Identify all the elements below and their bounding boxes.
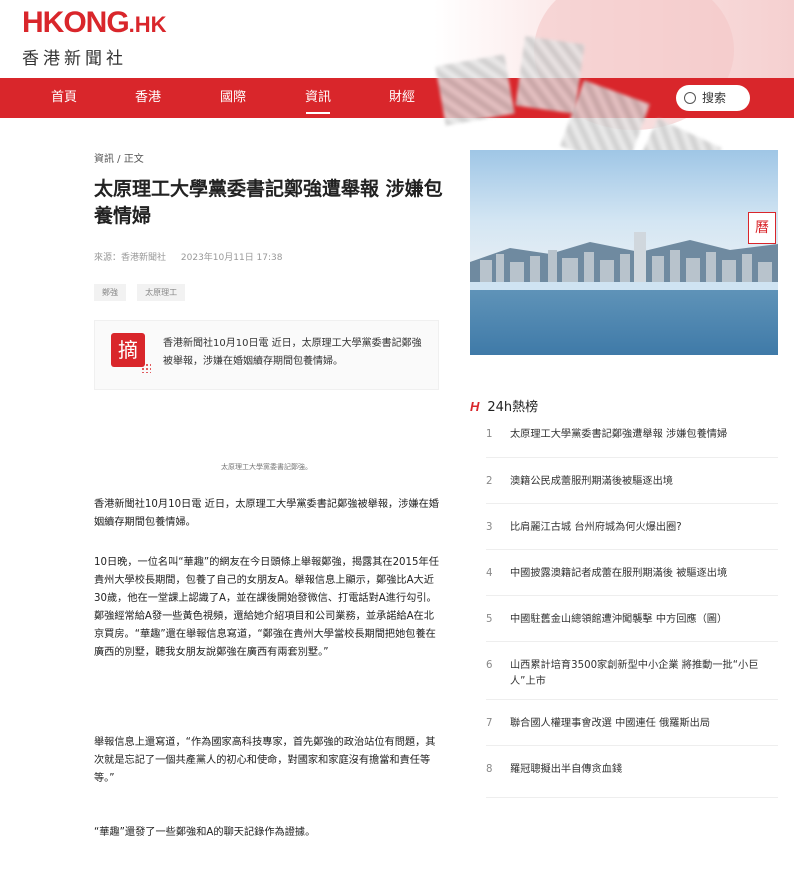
hot-item-title[interactable]: 比肩麗江古城 台州府城為何火爆出圈? bbox=[510, 520, 778, 536]
hot-list-item[interactable]: 7 聯合國人權理事會改選 中國連任 俄羅斯出局 bbox=[486, 700, 778, 746]
tag-chip[interactable]: 鄭強 bbox=[94, 284, 126, 301]
article-source: 來源：香港新聞社 bbox=[94, 253, 167, 263]
article-title: 太原理工大學黨委書記鄭強遭舉報 涉嫌包養情婦 bbox=[94, 178, 443, 227]
hot-item-title[interactable]: 山西累計培育3500家創新型中小企業 將推動一批“小巨人”上市 bbox=[510, 658, 778, 690]
hot-list-title: 24h熱榜 bbox=[487, 400, 539, 415]
hot-list-item[interactable]: 1 太原理工大學黨委書記鄭強遭舉報 涉嫌包養情婦 bbox=[486, 418, 778, 458]
main-nav: 首頁 香港 國際 資訊 財經 bbox=[0, 78, 794, 118]
hero-image[interactable] bbox=[470, 150, 778, 355]
hot-list-item[interactable]: 5 中國駐舊金山總領館遭沖闖襲擊 中方回應（圖） bbox=[486, 596, 778, 642]
mosaic-blur bbox=[515, 36, 585, 114]
article-paragraph: 10日晚，一位名叫“華趣”的網友在今日頭條上舉報鄭強，揭露其在2015年任貴州大… bbox=[94, 557, 439, 658]
rank-number: 8 bbox=[486, 764, 493, 775]
skyline-graphic bbox=[470, 232, 778, 282]
rank-number: 5 bbox=[486, 614, 493, 625]
logo-subtitle: 香港新聞社 bbox=[22, 49, 127, 69]
nav-item-home[interactable]: 首頁 bbox=[34, 78, 94, 118]
rank-number: 4 bbox=[486, 568, 493, 579]
article-tags: 鄭強 太原理工 bbox=[94, 280, 191, 301]
rank-number: 2 bbox=[486, 476, 493, 487]
nav-item-finance[interactable]: 財經 bbox=[372, 78, 432, 118]
hot-item-title[interactable]: 太原理工大學黨委書記鄭強遭舉報 涉嫌包養情婦 bbox=[510, 427, 778, 443]
summary-badge: 摘 bbox=[111, 333, 151, 373]
article-paragraph: “華趣”還發了一些鄭強和A的聊天記錄作為證據。 bbox=[94, 827, 316, 838]
hot-item-title[interactable]: 聯合國人權理事會改選 中國連任 俄羅斯出局 bbox=[510, 716, 778, 732]
article-meta: 來源：香港新聞社 2023年10月11日 17:38 bbox=[94, 250, 295, 263]
hot-list-item[interactable]: 8 羅冠聰擬出半自傳贪血錢 bbox=[486, 746, 778, 798]
hot-logo-icon: H bbox=[470, 399, 480, 414]
search-icon bbox=[684, 92, 696, 104]
hot-list-item[interactable]: 3 比肩麗江古城 台州府城為何火爆出圈? bbox=[486, 504, 778, 550]
search-button[interactable]: 搜索 bbox=[676, 85, 750, 111]
article-datetime: 2023年10月11日 17:38 bbox=[180, 253, 283, 263]
tag-chip[interactable]: 太原理工 bbox=[137, 284, 186, 301]
article-paragraph: 舉報信息上還寫道，“作為國家高科技專家，首先鄭強的政治站位有問題，其次就是忘記了… bbox=[94, 737, 436, 784]
nav-item-info[interactable]: 資訊 bbox=[288, 78, 348, 118]
rank-number: 7 bbox=[486, 718, 493, 729]
hot-item-title[interactable]: 羅冠聰擬出半自傳贪血錢 bbox=[510, 762, 778, 778]
image-caption: 太原理工大學黨委書記鄭強。 bbox=[221, 463, 312, 471]
logo-wordmark: HKONG.HK bbox=[22, 6, 167, 39]
site-logo[interactable]: HKONG.HK 香港新聞社 bbox=[22, 6, 167, 69]
site-header: HKONG.HK 香港新聞社 bbox=[0, 0, 794, 130]
mosaic-blur bbox=[435, 54, 515, 126]
article-paragraph: 香港新聞社10月10日電 近日，太原理工大學黨委書記鄭強被舉報，涉嫌在婚姻續存期… bbox=[94, 499, 439, 528]
rank-number: 6 bbox=[486, 660, 493, 671]
search-label: 搜索 bbox=[702, 91, 727, 105]
hot-item-title[interactable]: 澳籍公民成蕾服刑期滿後被驅逐出境 bbox=[510, 474, 778, 490]
hot-list-item[interactable]: 6 山西累計培育3500家創新型中小企業 將推動一批“小巨人”上市 bbox=[486, 642, 778, 700]
hot-list-item[interactable]: 4 中國披露澳籍記者成蕾在服刑期滿後 被驅逐出境 bbox=[486, 550, 778, 596]
article-summary: 摘 香港新聞社10月10日電 近日，太原理工大學黨委書記鄭強被舉報，涉嫌在婚姻續… bbox=[94, 320, 439, 390]
rank-number: 1 bbox=[486, 429, 493, 440]
calendar-icon[interactable]: 曆 bbox=[748, 212, 776, 244]
hot-list-header: H 24h熱榜 bbox=[470, 396, 538, 415]
breadcrumb[interactable]: 資訊 / 正文 bbox=[94, 150, 144, 165]
nav-item-hongkong[interactable]: 香港 bbox=[118, 78, 178, 118]
rank-number: 3 bbox=[486, 522, 493, 533]
hot-item-title[interactable]: 中國駐舊金山總領館遭沖闖襲擊 中方回應（圖） bbox=[510, 612, 778, 628]
hot-item-title[interactable]: 中國披露澳籍記者成蕾在服刑期滿後 被驅逐出境 bbox=[510, 566, 778, 582]
hot-list-item[interactable]: 2 澳籍公民成蕾服刑期滿後被驅逐出境 bbox=[486, 458, 778, 504]
nav-item-international[interactable]: 國際 bbox=[203, 78, 263, 118]
summary-text: 香港新聞社10月10日電 近日，太原理工大學黨委書記鄭強被舉報，涉嫌在婚姻續存期… bbox=[163, 338, 422, 367]
hot-list: 1 太原理工大學黨委書記鄭強遭舉報 涉嫌包養情婦 2 澳籍公民成蕾服刑期滿後被驅逐出… bbox=[486, 418, 778, 798]
